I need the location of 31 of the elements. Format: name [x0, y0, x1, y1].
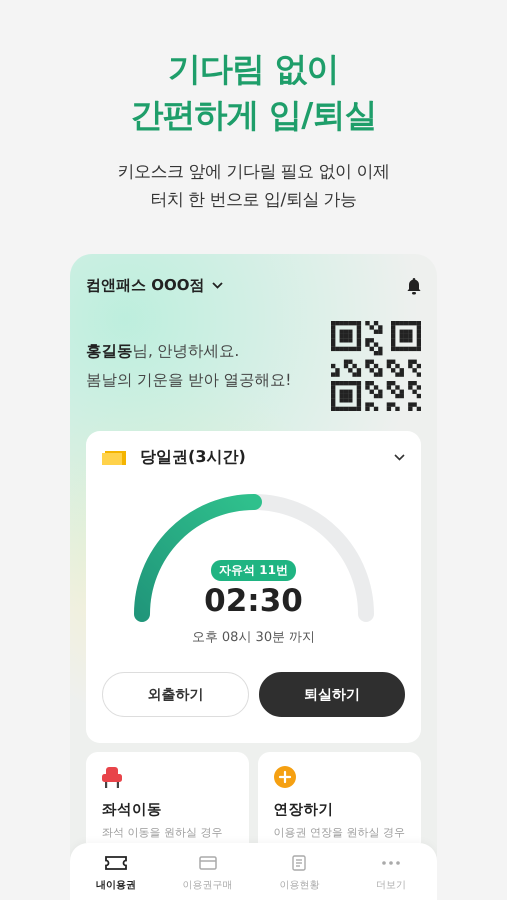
greeting-text: 봄날의 기운을 받아 열공해요!	[86, 370, 291, 391]
subtitle: 키오스크 앞에 기다릴 필요 없이 이제	[117, 161, 390, 184]
action-description: 이용권 연장을 원하실 경우	[274, 825, 405, 840]
outing-button[interactable]: 외출하기	[102, 672, 248, 717]
headline: 간편하게 입/퇴실	[130, 94, 376, 136]
ticket-icon	[104, 856, 127, 870]
action-card[interactable]: 좌석이동 좌석 이동을 원하실 경우	[86, 752, 248, 843]
document-icon	[292, 854, 306, 870]
chevron-down-icon	[212, 282, 224, 289]
subtitle: 터치 한 번으로 입/퇴실 가능	[149, 189, 358, 212]
store-selector[interactable]: 컴앤패스 OOO점	[86, 276, 224, 295]
bell-icon[interactable]	[407, 276, 421, 294]
more-icon	[382, 860, 400, 864]
action-card[interactable]: 연장하기 이용권 연장을 원하실 경우	[258, 752, 421, 843]
ticket-icon	[102, 450, 126, 464]
action-title: 좌석이동	[102, 801, 162, 819]
greeting-text: 홍길동님, 안녕하세요.	[86, 341, 240, 362]
end-time: 오후 08시 30분 까지	[190, 629, 316, 646]
remaining-time: 02:30	[204, 583, 303, 619]
action-description: 좌석 이동을 원하실 경우	[102, 825, 222, 840]
nav-tab[interactable]: 내이용권	[80, 852, 151, 892]
card-icon	[198, 856, 217, 870]
checkout-button[interactable]: 퇴실하기	[258, 672, 405, 717]
qr-code-icon	[331, 321, 421, 411]
chair-icon	[102, 766, 122, 788]
chevron-down-icon[interactable]	[394, 454, 405, 461]
seat-badge: 자유석 11번	[211, 560, 296, 581]
plus-icon	[274, 766, 296, 788]
ticket-title: 당일권(3시간)	[140, 447, 247, 468]
headline: 기다림 없이	[167, 48, 340, 90]
action-title: 연장하기	[274, 801, 334, 819]
